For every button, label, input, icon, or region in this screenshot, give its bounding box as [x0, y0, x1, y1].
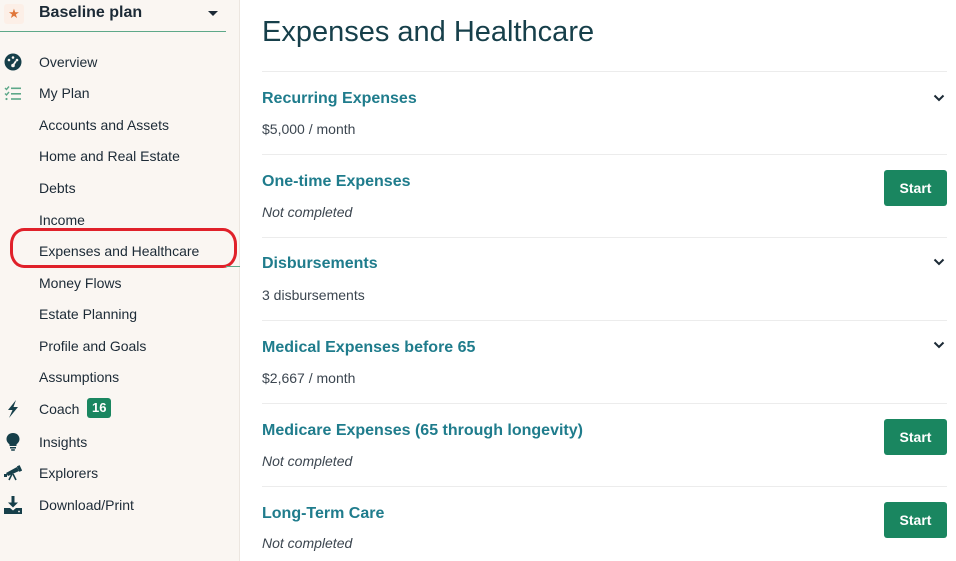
- chevron-down-icon[interactable]: [933, 256, 945, 268]
- page-title: Expenses and Healthcare: [262, 16, 595, 48]
- sidebar-item-insights[interactable]: Insights: [0, 430, 238, 454]
- start-button[interactable]: Start: [884, 419, 947, 455]
- sidebar-item-label: Expenses and Healthcare: [39, 243, 200, 259]
- sidebar-item-label: Explorers: [39, 465, 99, 481]
- section-status: Not completed: [262, 535, 353, 551]
- active-indicator: [226, 266, 240, 267]
- sidebar-item-label: Money Flows: [39, 275, 122, 291]
- sidebar-item-debts[interactable]: Debts: [0, 176, 238, 200]
- sidebar-item-my-plan[interactable]: My Plan: [0, 81, 238, 105]
- download-icon: [4, 496, 22, 514]
- sidebar-item-label: Overview: [39, 54, 98, 70]
- section-title[interactable]: Recurring Expenses: [262, 90, 417, 108]
- caret-down-icon[interactable]: [208, 11, 218, 16]
- sidebar-item-label: Estate Planning: [39, 306, 138, 322]
- section-title[interactable]: Disbursements: [262, 255, 378, 273]
- chevron-down-icon[interactable]: [933, 339, 945, 351]
- sidebar-item-money-flows[interactable]: Money Flows: [0, 271, 238, 295]
- lightbulb-icon: [4, 433, 22, 451]
- sidebar-item-label: Assumptions: [39, 369, 120, 385]
- section-title[interactable]: Medical Expenses before 65: [262, 339, 475, 357]
- lightning-bolt-icon: [4, 400, 22, 418]
- section-status: Not completed: [262, 453, 353, 469]
- sidebar-item-download-print[interactable]: Download/Print: [0, 493, 238, 517]
- sidebar-item-label: My Plan: [39, 85, 90, 101]
- dashboard-gauge-icon: [4, 53, 22, 71]
- star-icon: ★: [4, 4, 24, 24]
- section-summary: $2,667 / month: [262, 370, 356, 386]
- section-status: Not completed: [262, 204, 353, 220]
- sidebar-item-expenses-and-healthcare[interactable]: Expenses and Healthcare: [0, 239, 238, 263]
- chevron-down-icon[interactable]: [933, 92, 945, 104]
- sidebar-item-accounts-and-assets[interactable]: Accounts and Assets: [0, 113, 238, 137]
- sidebar-item-label: Home and Real Estate: [39, 148, 180, 164]
- section-medical-expenses-before-65: Medical Expenses before 65 $2,667 / mont…: [262, 320, 947, 403]
- start-button[interactable]: Start: [884, 170, 947, 206]
- section-summary: 3 disbursements: [262, 287, 365, 303]
- plan-selector[interactable]: ★ Baseline plan: [0, 0, 226, 32]
- sidebar: ★ Baseline plan Overview My Plan Account…: [0, 0, 240, 561]
- coach-count-badge: 16: [87, 398, 112, 418]
- sidebar-item-profile-and-goals[interactable]: Profile and Goals: [0, 334, 238, 358]
- section-title[interactable]: Long-Term Care: [262, 505, 384, 523]
- start-button[interactable]: Start: [884, 502, 947, 538]
- section-title[interactable]: One-time Expenses: [262, 173, 411, 191]
- sidebar-item-home-and-real-estate[interactable]: Home and Real Estate: [0, 144, 238, 168]
- sidebar-item-estate-planning[interactable]: Estate Planning: [0, 302, 238, 326]
- sidebar-item-income[interactable]: Income: [0, 208, 238, 232]
- section-one-time-expenses: One-time Expenses Not completed Start: [262, 154, 947, 237]
- section-disbursements: Disbursements 3 disbursements: [262, 237, 947, 320]
- sidebar-item-coach[interactable]: Coach 16: [0, 397, 238, 421]
- sidebar-item-label: Insights: [39, 434, 88, 450]
- section-recurring-expenses: Recurring Expenses $5,000 / month: [262, 71, 947, 154]
- sidebar-item-assumptions[interactable]: Assumptions: [0, 365, 238, 389]
- sidebar-item-label: Accounts and Assets: [39, 117, 169, 133]
- sidebar-item-label: Debts: [39, 180, 76, 196]
- telescope-icon: [4, 464, 22, 482]
- checklist-icon: [4, 84, 22, 102]
- sidebar-item-explorers[interactable]: Explorers: [0, 461, 238, 485]
- sidebar-item-label: Profile and Goals: [39, 338, 147, 354]
- plan-name: Baseline plan: [39, 4, 143, 21]
- sidebar-item-overview[interactable]: Overview: [0, 50, 238, 74]
- sidebar-item-label: Download/Print: [39, 497, 134, 513]
- section-medicare-expenses: Medicare Expenses (65 through longevity)…: [262, 403, 947, 486]
- sidebar-item-label: Income: [39, 212, 85, 228]
- section-summary: $5,000 / month: [262, 121, 356, 137]
- section-title[interactable]: Medicare Expenses (65 through longevity): [262, 422, 583, 440]
- section-long-term-care: Long-Term Care Not completed Start: [262, 486, 947, 561]
- sidebar-item-label: Coach: [39, 401, 80, 417]
